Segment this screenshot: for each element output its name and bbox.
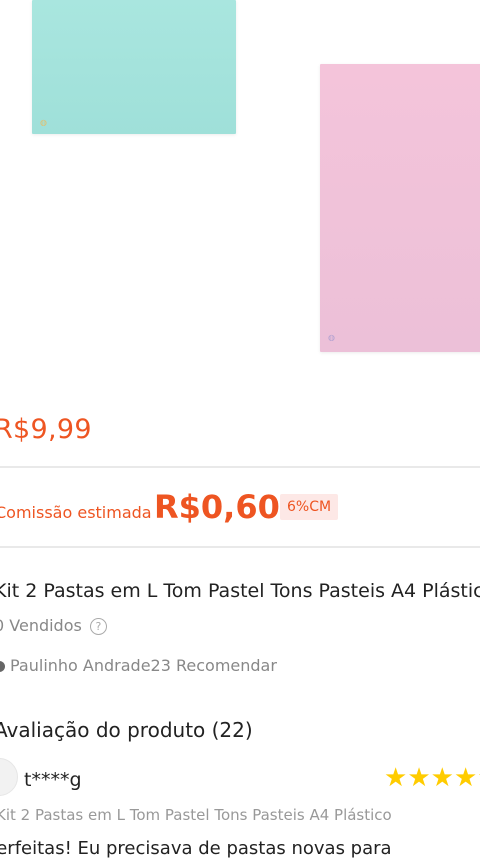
star-icon: ★ [430, 763, 454, 793]
divider [0, 546, 480, 548]
recommend-action: Recomendar [176, 656, 277, 675]
sold-count-row: 0 Vendidos ? [0, 616, 107, 635]
review-text: Perfeitas! Eu precisava de pastas novas … [0, 838, 392, 859]
teal-folder-image: ◍ [32, 0, 236, 134]
review-rating: ★★★★★ [384, 763, 480, 793]
commission-badge: 6%CM [280, 494, 339, 520]
star-icon: ★ [453, 763, 478, 793]
product-image-gallery[interactable]: ◍ ◍ [0, 0, 480, 370]
reviews-heading[interactable]: Avaliação do produto (22) [0, 718, 253, 742]
user-icon [0, 661, 5, 672]
divider [0, 466, 480, 468]
product-price: R$9,99 [0, 414, 92, 445]
sold-count: 0 Vendidos [0, 616, 82, 635]
commission-value: R$0,60 [154, 488, 280, 526]
recommender-name: Paulinho Andrade23 [10, 656, 171, 675]
review-username: t****g [24, 769, 82, 791]
recommender-row[interactable]: Paulinho Andrade23 Recomendar [0, 656, 277, 675]
product-title: Kit 2 Pastas em L Tom Pastel Tons Pastei… [0, 580, 480, 602]
star-icon: ★ [384, 763, 408, 793]
brand-mark-icon: ◍ [328, 333, 335, 342]
star-icon: ★ [407, 763, 431, 793]
pink-folder-image: ◍ [320, 64, 480, 352]
brand-mark-icon: ◍ [40, 118, 47, 127]
commission-label: Comissão estimada [0, 503, 152, 522]
avatar [0, 758, 18, 796]
help-icon[interactable]: ? [89, 618, 107, 635]
commission-row: Comissão estimada R$0,60 6%CM [0, 488, 480, 530]
review-variant: Kit 2 Pastas em L Tom Pastel Tons Pastei… [0, 806, 392, 824]
